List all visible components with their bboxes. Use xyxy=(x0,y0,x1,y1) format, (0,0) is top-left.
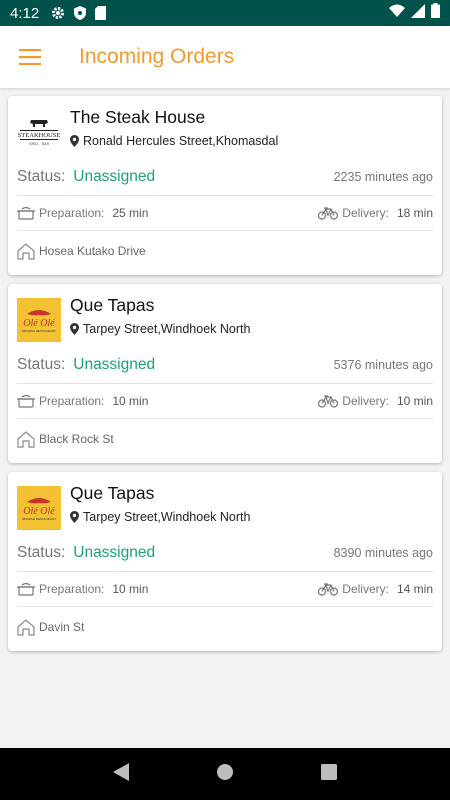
cooking-pot-icon xyxy=(17,394,35,408)
recents-button[interactable] xyxy=(320,763,337,785)
status-label: Status: xyxy=(17,355,66,373)
bicycle-icon xyxy=(318,582,339,596)
status-label: Status: xyxy=(17,543,66,561)
home-icon xyxy=(17,430,35,448)
battery-icon xyxy=(431,3,440,23)
svg-text:GRILL · BAR: GRILL · BAR xyxy=(29,142,50,146)
status-badge: Unassigned xyxy=(73,167,156,185)
clock: 4:12 xyxy=(10,4,40,22)
cooking-pot-icon xyxy=(17,582,35,596)
restaurant-name: The Steak House xyxy=(70,107,206,127)
order-card[interactable]: Olé Olé SPANISH RESTAURANT Que Tapas Tar… xyxy=(8,472,442,651)
prep-label: Preparation: xyxy=(39,394,105,408)
home-icon xyxy=(17,242,35,260)
bicycle-icon xyxy=(318,394,339,408)
status-badge: Unassigned xyxy=(73,355,156,373)
location-pin-icon xyxy=(70,511,79,523)
delivery-label: Delivery: xyxy=(342,582,389,596)
cooking-pot-icon xyxy=(17,206,35,220)
order-card[interactable]: Olé Olé SPANISH RESTAURANT Que Tapas Tar… xyxy=(8,284,442,463)
restaurant-address: Ronald Hercules Street,Khomasdal xyxy=(83,134,279,148)
restaurant-name: Que Tapas xyxy=(70,483,155,503)
shield-icon xyxy=(74,6,87,20)
destination-address: Hosea Kutako Drive xyxy=(39,244,146,258)
back-triangle-icon xyxy=(113,762,130,781)
delivery-label: Delivery: xyxy=(342,394,389,408)
delivery-time: 14 min xyxy=(396,582,433,596)
bicycle-icon xyxy=(318,206,339,220)
destination-address: Davin St xyxy=(39,620,85,634)
hamburger-icon xyxy=(19,49,41,65)
prep-time: 10 min xyxy=(112,394,149,408)
delivery-time: 18 min xyxy=(396,206,433,220)
destination-address: Black Rock St xyxy=(39,432,114,446)
home-circle-icon xyxy=(216,763,233,780)
svg-text:Olé Olé: Olé Olé xyxy=(23,318,55,329)
elapsed-time: 5376 minutes ago xyxy=(333,357,433,372)
orders-list: STEAKHOUSE GRILL · BAR The Steak House R… xyxy=(8,96,442,660)
prep-time: 10 min xyxy=(112,582,149,596)
order-card[interactable]: STEAKHOUSE GRILL · BAR The Steak House R… xyxy=(8,96,442,275)
back-button[interactable] xyxy=(113,762,130,786)
delivery-label: Delivery: xyxy=(342,206,389,220)
home-button[interactable] xyxy=(216,763,234,786)
system-status-bar: 4:12 xyxy=(0,0,450,26)
svg-text:STEAKHOUSE: STEAKHOUSE xyxy=(18,132,61,139)
elapsed-time: 2235 minutes ago xyxy=(333,169,433,184)
delivery-time: 10 min xyxy=(396,394,433,408)
status-badge: Unassigned xyxy=(73,543,156,561)
restaurant-address: Tarpey Street,Windhoek North xyxy=(83,322,251,336)
prep-label: Preparation: xyxy=(39,206,105,220)
location-pin-icon xyxy=(70,323,79,335)
prep-label: Preparation: xyxy=(39,582,105,596)
system-nav-bar xyxy=(0,748,450,800)
ole-ole-logo: Olé Olé SPANISH RESTAURANT xyxy=(17,298,61,342)
restaurant-address: Tarpey Street,Windhoek North xyxy=(83,510,251,524)
svg-text:SPANISH RESTAURANT: SPANISH RESTAURANT xyxy=(22,329,56,333)
svg-text:SPANISH RESTAURANT: SPANISH RESTAURANT xyxy=(22,517,56,521)
signal-icon xyxy=(411,3,425,23)
prep-time: 25 min xyxy=(112,206,149,220)
menu-button[interactable] xyxy=(0,26,60,88)
settings-icon xyxy=(51,6,65,20)
svg-text:Olé Olé: Olé Olé xyxy=(23,506,55,517)
page-title: Incoming Orders xyxy=(79,45,235,68)
home-icon xyxy=(17,618,35,636)
wifi-icon xyxy=(389,4,405,22)
restaurant-name: Que Tapas xyxy=(70,295,155,315)
elapsed-time: 8390 minutes ago xyxy=(333,545,433,560)
recents-square-icon xyxy=(320,763,337,780)
location-pin-icon xyxy=(70,135,79,147)
steakhouse-logo: STEAKHOUSE GRILL · BAR xyxy=(17,110,61,154)
ole-ole-logo: Olé Olé SPANISH RESTAURANT xyxy=(17,486,61,530)
status-label: Status: xyxy=(17,167,66,185)
sd-card-icon xyxy=(95,6,107,20)
app-bar: Incoming Orders xyxy=(0,26,450,88)
